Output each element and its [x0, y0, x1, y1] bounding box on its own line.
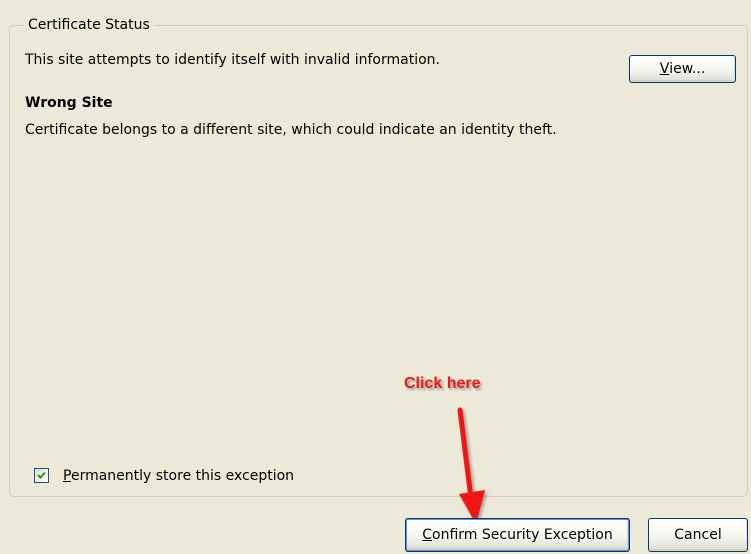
confirm-button-label: onfirm Security Exception	[432, 527, 613, 543]
certificate-status-group	[9, 25, 748, 497]
view-button-label: iew...	[669, 61, 706, 77]
checkbox-label-text: ermanently store this exception	[70, 468, 295, 484]
problem-description: Certificate belongs to a different site,…	[25, 122, 557, 138]
view-certificate-button[interactable]: View...	[629, 55, 736, 83]
checkbox-label-accel: P	[63, 468, 71, 484]
click-here-annotation: Click here	[404, 375, 481, 392]
permanently-store-label[interactable]: Permanently store this exception	[63, 467, 294, 485]
view-button-accel: V	[659, 61, 670, 77]
confirm-button-accel: C	[422, 527, 433, 543]
permanently-store-checkbox[interactable]	[34, 468, 49, 483]
certificate-status-message: This site attempts to identify itself wi…	[25, 52, 440, 68]
problem-title: Wrong Site	[25, 95, 113, 111]
cancel-button[interactable]: Cancel	[648, 518, 748, 552]
certificate-status-legend: Certificate Status	[24, 16, 154, 34]
confirm-security-exception-button[interactable]: Confirm Security Exception	[405, 518, 630, 552]
checkmark-icon	[37, 471, 46, 479]
